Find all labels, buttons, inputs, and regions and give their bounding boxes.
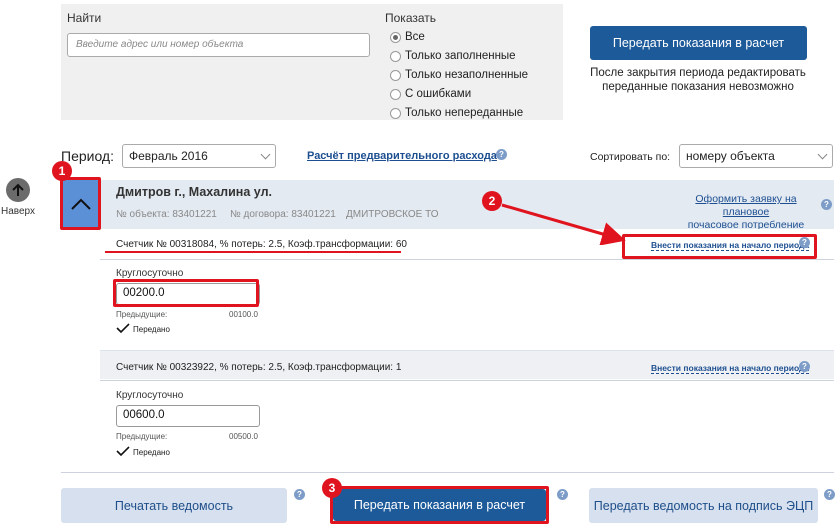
reading-input[interactable]: 00600.0 bbox=[116, 405, 260, 427]
filter-option-filled[interactable]: Только заполненные bbox=[390, 50, 516, 62]
preliminary-calc-link[interactable]: Расчёт предварительного расхода bbox=[307, 150, 497, 162]
highlight-box-start-link bbox=[622, 234, 817, 259]
period-close-note: После закрытия периода редактировать пер… bbox=[590, 67, 806, 93]
contract-number: № договора: 83401221 bbox=[230, 209, 336, 220]
help-icon[interactable]: ? bbox=[799, 361, 810, 372]
divider bbox=[100, 259, 834, 260]
filter-option-unsent[interactable]: Только непереданные bbox=[390, 107, 523, 119]
highlight-box-collapse bbox=[60, 177, 101, 230]
checkmark-icon bbox=[116, 323, 130, 334]
send-readings-top-button[interactable]: Передать показания в расчет bbox=[590, 26, 807, 60]
previous-value: 00500.0 bbox=[229, 432, 258, 441]
search-input[interactable]: Введите адрес или номер объекта bbox=[67, 33, 370, 57]
arrow-up-icon bbox=[12, 183, 24, 196]
object-address: Дмитров г., Махалина ул. bbox=[116, 185, 272, 199]
chevron-down-icon bbox=[260, 149, 271, 159]
print-statement-button[interactable]: Печатать ведомость bbox=[61, 488, 287, 523]
sign-statement-button[interactable]: Передать ведомость на подпись ЭЦП bbox=[589, 488, 818, 523]
show-filter-label: Показать bbox=[385, 11, 437, 25]
help-icon[interactable]: ? bbox=[496, 149, 507, 160]
radio-icon bbox=[390, 107, 401, 119]
help-icon[interactable]: ? bbox=[294, 489, 305, 500]
highlight-box-send bbox=[330, 486, 549, 524]
left-rail bbox=[0, 0, 40, 524]
district-name: ДМИТРОВСКОЕ ТО bbox=[346, 209, 439, 220]
chevron-down-icon bbox=[817, 149, 828, 159]
zone-label: Круглосуточно bbox=[116, 268, 184, 279]
filter-option-all[interactable]: Все bbox=[390, 31, 425, 43]
help-icon[interactable]: ? bbox=[821, 199, 832, 210]
divider bbox=[100, 380, 834, 381]
status-sent: Передано bbox=[116, 323, 170, 334]
radio-icon bbox=[390, 69, 401, 81]
object-number: № объекта: 83401221 bbox=[116, 209, 217, 220]
search-label: Найти bbox=[67, 11, 102, 25]
radio-icon bbox=[390, 50, 401, 62]
previous-label: Предыдущие: bbox=[116, 310, 168, 319]
annotation-arrow bbox=[501, 203, 626, 245]
underline-annotation bbox=[105, 251, 401, 253]
radio-checked-icon bbox=[390, 31, 401, 43]
previous-value: 00100.0 bbox=[229, 310, 258, 319]
scroll-top-button[interactable] bbox=[6, 178, 30, 202]
scroll-top-label: Наверх bbox=[1, 206, 35, 217]
filter-panel: Найти Введите адрес или номер объекта По… bbox=[61, 4, 563, 120]
sort-label: Сортировать по: bbox=[590, 151, 671, 163]
status-sent: Передано bbox=[116, 446, 170, 457]
help-icon[interactable]: ? bbox=[557, 489, 568, 500]
sort-select[interactable]: номеру объекта bbox=[679, 144, 833, 168]
filter-option-errors[interactable]: С ошибками bbox=[390, 88, 471, 100]
enter-start-readings-link[interactable]: Внести показания на начало периода bbox=[651, 363, 810, 374]
previous-label: Предыдущие: bbox=[116, 432, 168, 441]
period-select[interactable]: Февраль 2016 bbox=[122, 144, 276, 168]
zone-label: Круглосуточно bbox=[116, 390, 184, 401]
divider bbox=[61, 472, 834, 473]
step-badge: 1 bbox=[52, 161, 72, 181]
period-label: Период: bbox=[61, 148, 114, 164]
highlight-box-reading bbox=[113, 279, 259, 307]
help-icon[interactable]: ? bbox=[824, 489, 835, 500]
meter-title: Счетчик № 00323922, % потерь: 2.5, Коэф.… bbox=[116, 362, 402, 373]
step-badge: 3 bbox=[322, 478, 342, 498]
filter-option-unfilled[interactable]: Только незаполненные bbox=[390, 69, 528, 81]
plan-request-link[interactable]: Оформить заявку на плановое почасовое по… bbox=[672, 193, 820, 232]
radio-icon bbox=[390, 88, 401, 100]
checkmark-icon bbox=[116, 446, 130, 457]
